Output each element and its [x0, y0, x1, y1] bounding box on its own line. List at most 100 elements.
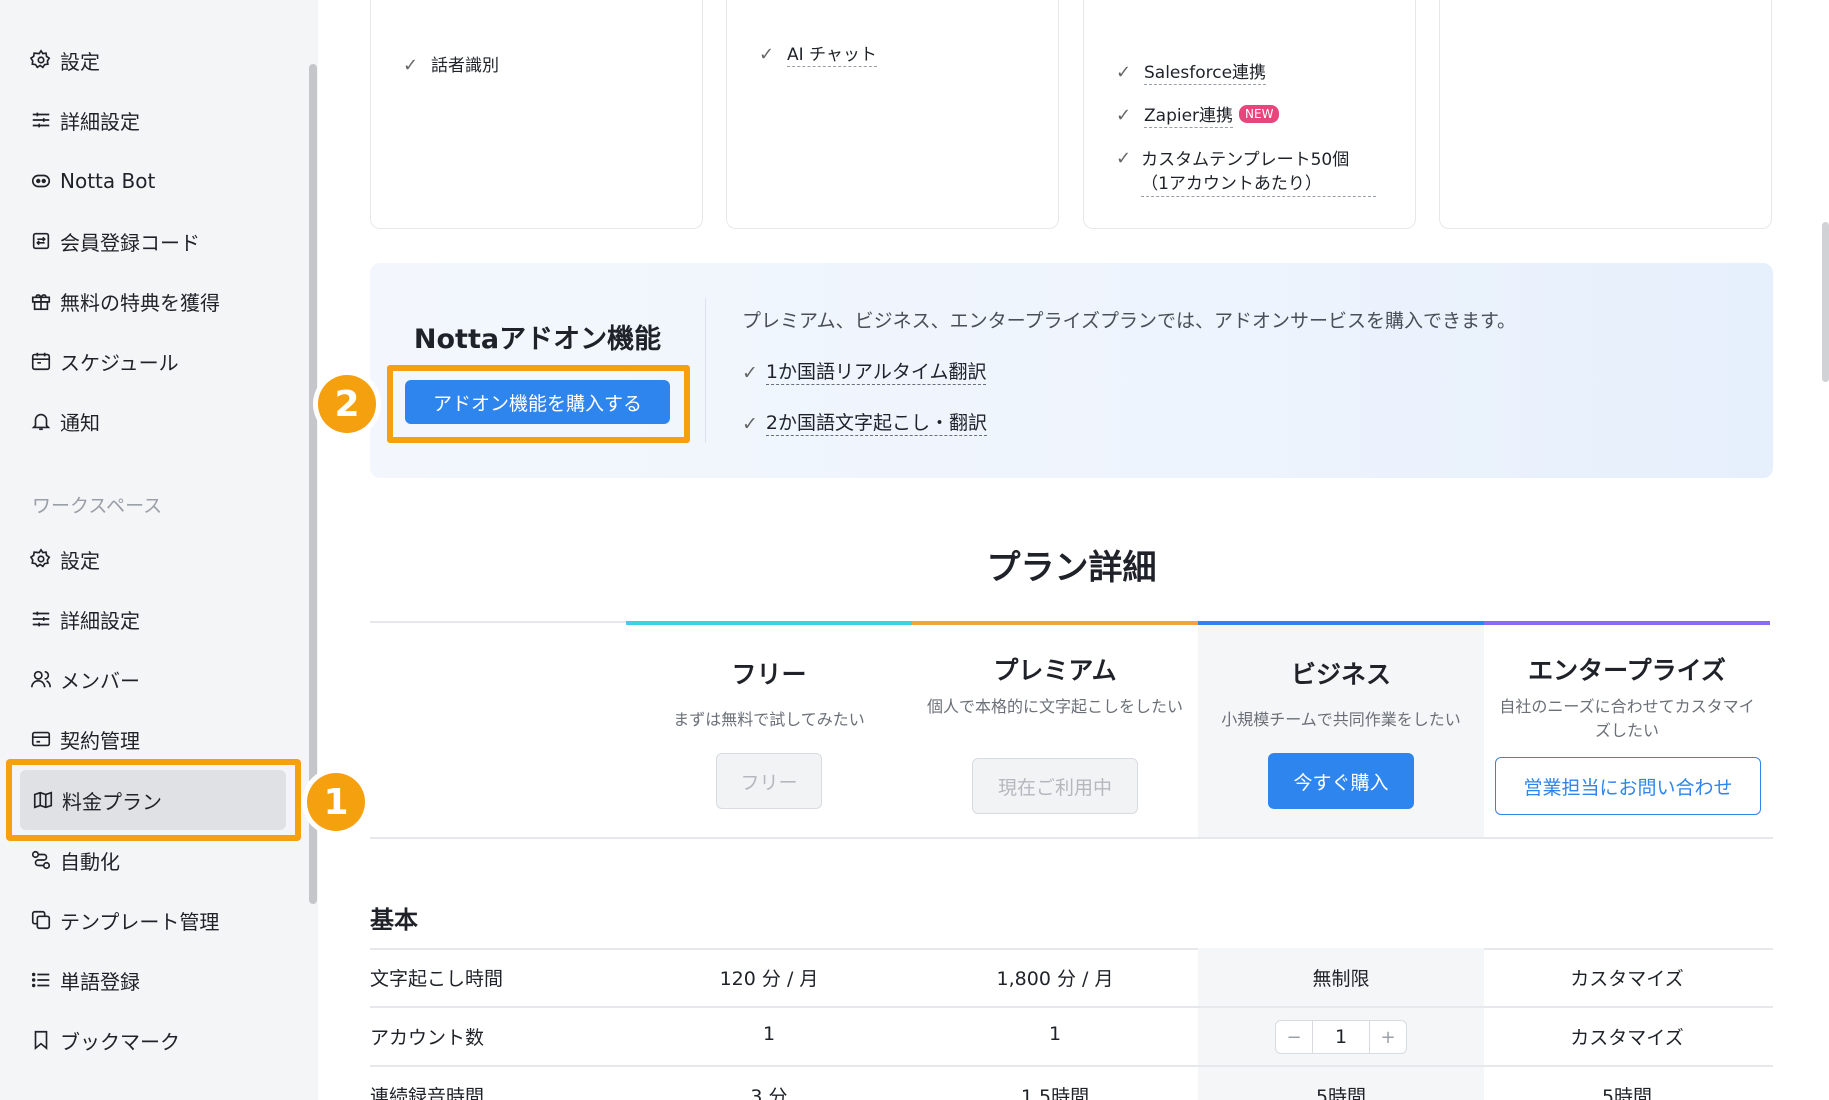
sidebar-item-notta-bot[interactable]: Notta Bot — [30, 159, 290, 203]
sidebar-item-label: 会員登録コード — [60, 230, 200, 255]
plan-card-free: ✓ 話者識別 — [370, 0, 703, 229]
addon-banner: Nottaアドオン機能 アドオン機能を購入する プレミアム、ビジネス、エンタープ… — [370, 263, 1773, 478]
plan-subtitle: 小規模チームで共同作業をしたい — [1221, 710, 1461, 729]
plan-subtitle: まずは無料で試してみたい — [673, 710, 865, 729]
feature-item: ✓ Salesforce連携 — [1116, 62, 1267, 85]
page-scrollbar[interactable] — [1822, 222, 1829, 382]
plan-column-premium: プレミアム 個人で本格的に文字起こしをしたい 現在ご利用中 — [912, 625, 1198, 837]
step-badge-2: 2 — [318, 375, 376, 433]
table-cell: 無制限 — [1312, 968, 1370, 990]
plan-column-free: フリー まずは無料で試してみたい フリー — [626, 625, 912, 837]
sidebar-item-automation[interactable]: 自動化 — [30, 838, 290, 882]
divider — [370, 837, 1773, 839]
contract-icon — [30, 728, 52, 750]
divider — [370, 948, 1773, 950]
plan-name: プレミアム — [993, 656, 1117, 685]
row-label: 文字起こし時間 — [370, 968, 504, 990]
section-title-basic: 基本 — [370, 906, 418, 934]
plan-subtitle: 個人で本格的に文字起こしをしたい — [926, 697, 1183, 716]
feature-text[interactable]: Zapier連携 — [1144, 105, 1234, 128]
sidebar-item-label: 自動化 — [60, 849, 120, 874]
sidebar: 設定 詳細設定 Notta Bot 会員登録コード 無料の特典を獲得 スケジュー… — [0, 0, 318, 1100]
feature-text[interactable]: AI チャット — [787, 44, 877, 67]
increment-button[interactable]: + — [1370, 1021, 1406, 1053]
addon-title: Nottaアドオン機能 — [413, 324, 662, 355]
plan-details-title: プラン詳細 — [986, 548, 1157, 588]
sidebar-item-label: 通知 — [60, 410, 100, 435]
feature-item: ✓ 話者識別 — [403, 55, 499, 77]
table-cell: 5時間 — [1315, 1086, 1367, 1100]
addon-feature-text[interactable]: 2か国語文字起こし・翻訳 — [765, 411, 988, 436]
code-icon — [30, 230, 52, 252]
addon-feature-text[interactable]: 1か国語リアルタイム翻訳 — [765, 360, 987, 385]
sidebar-item-workspace-settings[interactable]: 設定 — [30, 537, 290, 581]
sidebar-item-label: 単語登録 — [60, 969, 140, 994]
plan-name: フリー — [731, 660, 807, 689]
sidebar-item-advanced-settings[interactable]: 詳細設定 — [30, 98, 290, 142]
sidebar-item-label: 詳細設定 — [60, 109, 140, 134]
feature-item: ✓ Zapier連携 NEW — [1116, 105, 1280, 128]
sidebar-item-label: スケジュール — [60, 350, 179, 375]
addon-description: プレミアム、ビジネス、エンタープライズプランでは、アドオンサービスを購入できます… — [742, 310, 1517, 332]
buy-now-button[interactable]: 今すぐ購入 — [1268, 753, 1414, 809]
sidebar-item-free-perks[interactable]: 無料の特典を獲得 — [30, 279, 290, 323]
decrement-button[interactable]: − — [1276, 1021, 1312, 1053]
feature-item: ✓ カスタムテンプレート50個（1アカウントあたり） — [1116, 148, 1376, 197]
plan-subtitle: 自社のニーズに合わせてカスタマイズしたい — [1499, 697, 1755, 740]
sidebar-item-workspace-advanced[interactable]: 詳細設定 — [30, 597, 290, 641]
sidebar-item-settings[interactable]: 設定 — [30, 38, 290, 82]
sidebar-item-word-registry[interactable]: 単語登録 — [30, 958, 290, 1002]
divider — [705, 298, 706, 443]
sidebar-item-label: 設定 — [60, 49, 100, 74]
sidebar-item-bookmarks[interactable]: ブックマーク — [30, 1018, 290, 1062]
sidebar-item-templates[interactable]: テンプレート管理 — [30, 898, 290, 942]
table-cell: 5時間 — [1601, 1086, 1653, 1100]
row-label: アカウント数 — [370, 1027, 485, 1049]
divider — [370, 1006, 1773, 1008]
sidebar-item-members[interactable]: メンバー — [30, 657, 290, 701]
feature-text[interactable]: カスタムテンプレート50個（1アカウントあたり） — [1141, 148, 1376, 197]
sidebar-item-label: 契約管理 — [60, 728, 140, 753]
sidebar-item-label: Notta Bot — [60, 169, 156, 193]
feature-text: 話者識別 — [431, 56, 499, 76]
free-plan-button[interactable]: フリー — [716, 753, 822, 809]
gear-icon — [30, 548, 52, 570]
sidebar-item-pricing-plan[interactable]: 料金プラン — [20, 770, 286, 830]
list-icon — [30, 969, 52, 991]
feature-item: ✓ AI チャット — [759, 44, 877, 67]
sidebar-item-contract[interactable]: 契約管理 — [30, 717, 290, 761]
sidebar-item-label: 設定 — [60, 548, 100, 573]
bookmark-icon — [30, 1029, 52, 1051]
bell-icon — [30, 410, 52, 432]
step-badge-1: 1 — [307, 773, 365, 831]
plan-name: ビジネス — [1290, 660, 1391, 689]
sidebar-section-workspace: ワークスペース — [32, 495, 163, 517]
current-plan-button[interactable]: 現在ご利用中 — [972, 758, 1138, 814]
table-cell: 1,800 分 / 月 — [996, 968, 1114, 990]
quantity-value[interactable]: 1 — [1312, 1021, 1370, 1053]
sidebar-item-label: ブックマーク — [60, 1029, 180, 1054]
table-cell: 1 — [762, 1023, 776, 1045]
plan-column-business: ビジネス 小規模チームで共同作業をしたい 今すぐ購入 — [1198, 625, 1484, 837]
sidebar-item-notifications[interactable]: 通知 — [30, 399, 290, 443]
sidebar-item-schedule[interactable]: スケジュール — [30, 339, 290, 383]
buy-addon-button[interactable]: アドオン機能を購入する — [405, 380, 670, 424]
divider — [370, 1065, 1773, 1067]
plan-card-enterprise — [1439, 0, 1772, 229]
sidebar-scrollbar[interactable] — [309, 64, 317, 904]
contact-sales-button[interactable]: 営業担当にお問い合わせ — [1495, 757, 1761, 815]
plan-card-premium: ✓ AI チャット — [726, 0, 1059, 229]
check-icon: ✓ — [742, 361, 758, 384]
table-cell: カスタマイズ — [1570, 1027, 1684, 1049]
sidebar-item-label: 詳細設定 — [60, 608, 140, 633]
table-cell: 3 分 — [750, 1086, 788, 1100]
feature-text[interactable]: Salesforce連携 — [1144, 62, 1267, 85]
addon-feature-item: ✓ 1か国語リアルタイム翻訳 — [742, 360, 987, 385]
row-label: 連続録音時間 — [370, 1086, 485, 1100]
table-cell: 1 — [1048, 1023, 1062, 1045]
map-icon — [32, 789, 54, 811]
sliders-icon — [30, 109, 52, 131]
plan-card-business: ✓ Salesforce連携 ✓ Zapier連携 NEW ✓ カスタムテンプレ… — [1083, 0, 1416, 229]
sidebar-item-member-code[interactable]: 会員登録コード — [30, 219, 290, 263]
divider — [370, 621, 626, 623]
